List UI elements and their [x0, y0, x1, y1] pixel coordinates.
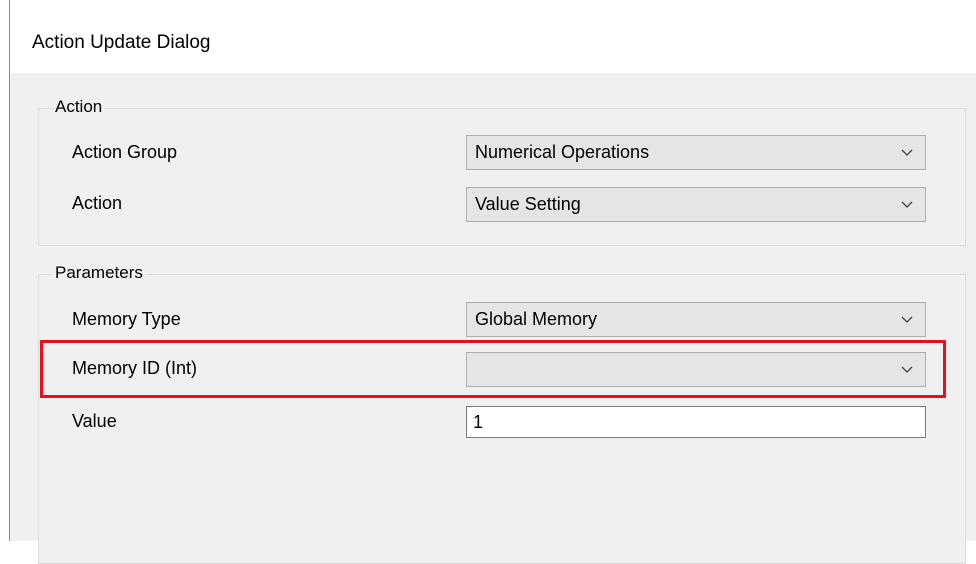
value-label: Value [72, 411, 117, 431]
value-input[interactable]: 1 [466, 406, 926, 438]
chevron-down-icon [901, 149, 913, 156]
parameters-groupbox-legend: Parameters [53, 263, 145, 283]
action-dropdown[interactable]: Value Setting [466, 187, 926, 222]
memory-type-dropdown-value: Global Memory [475, 309, 598, 329]
action-group-label: Action Group [72, 142, 178, 162]
memory-id-label: Memory ID (Int) [72, 358, 198, 378]
action-dropdown-value: Value Setting [475, 194, 581, 214]
title-bar: Action Update Dialog [10, 0, 976, 73]
action-group-dropdown[interactable]: Numerical Operations [466, 135, 926, 170]
chevron-down-icon [901, 366, 913, 373]
action-label: Action [72, 193, 123, 213]
action-group-dropdown-value: Numerical Operations [475, 142, 650, 162]
memory-type-label: Memory Type [72, 309, 181, 329]
chevron-down-icon [901, 316, 913, 323]
memory-id-dropdown[interactable] [466, 352, 926, 387]
memory-type-dropdown[interactable]: Global Memory [466, 302, 926, 337]
action-groupbox: Action [38, 97, 966, 246]
value-input-text: 1 [473, 412, 484, 432]
action-update-dialog: Action Update Dialog Action Action Group… [9, 0, 976, 564]
action-groupbox-legend: Action [53, 97, 105, 117]
chevron-down-icon [901, 201, 913, 208]
dialog-title: Action Update Dialog [32, 32, 211, 53]
